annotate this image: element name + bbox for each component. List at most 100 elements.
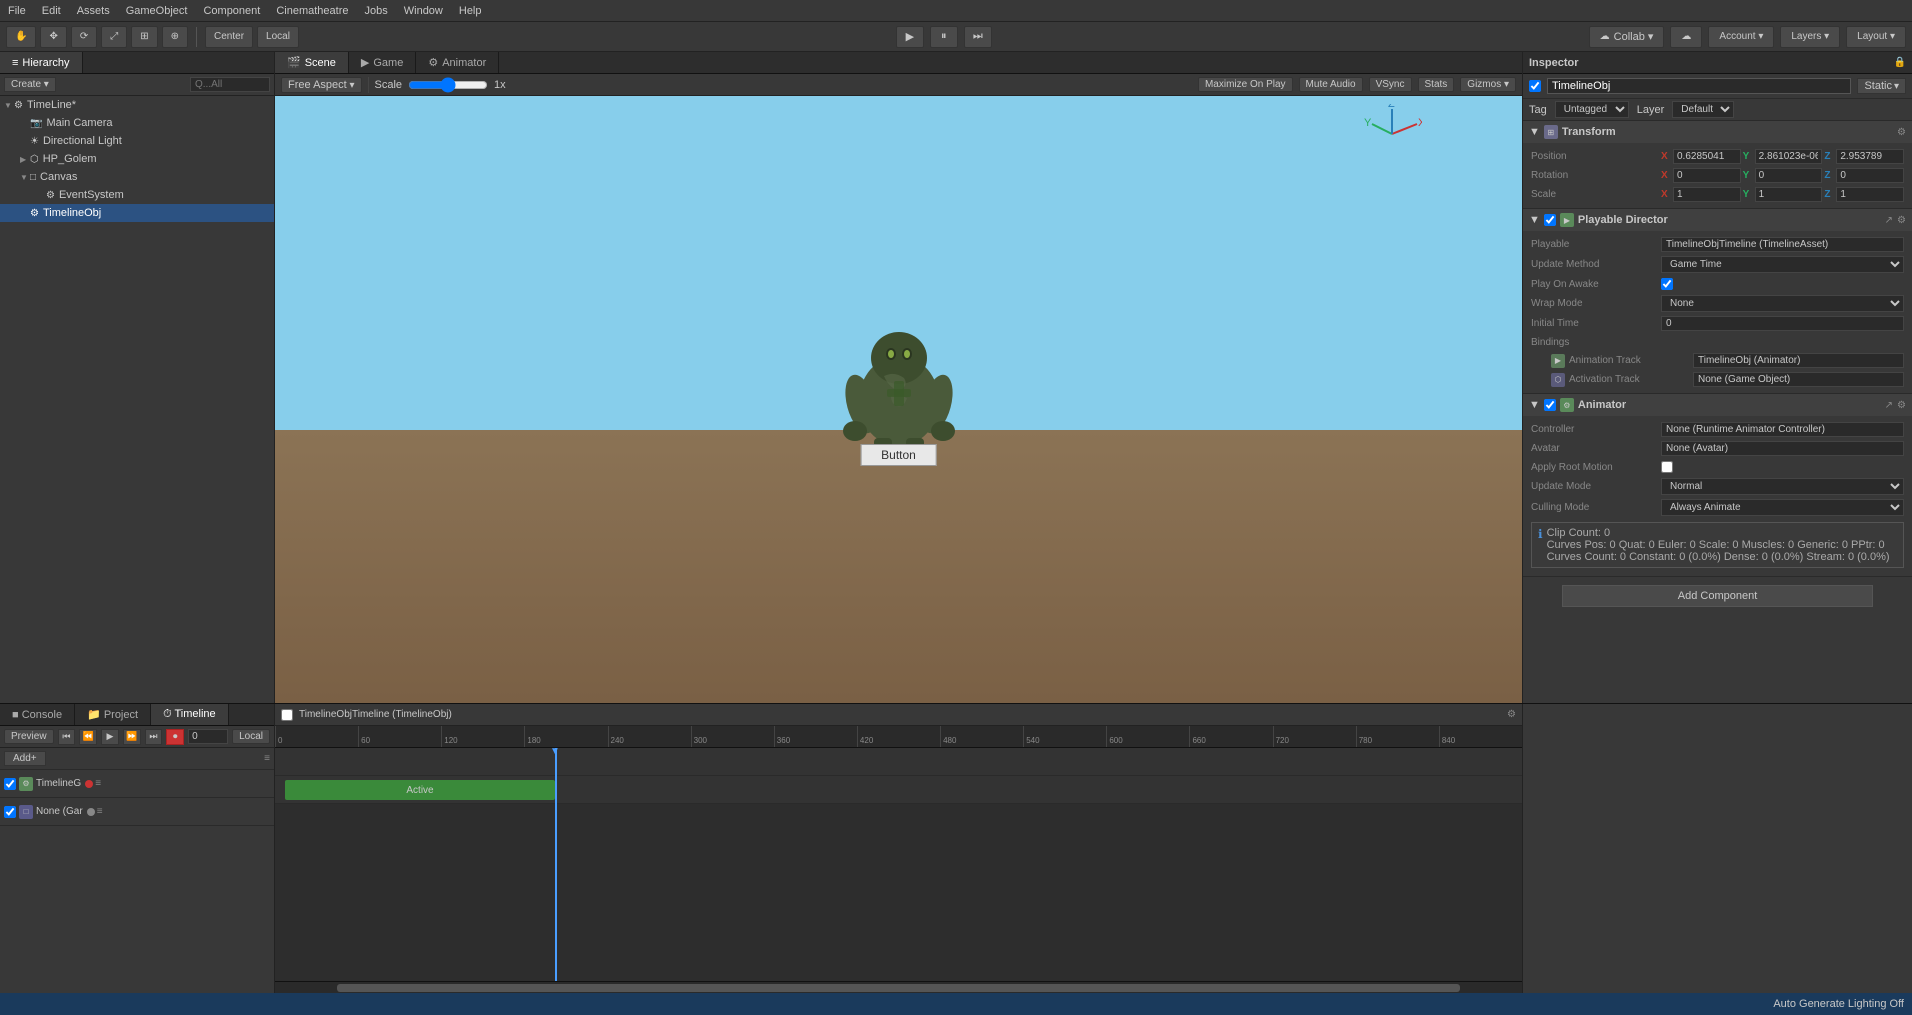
pos-z-input[interactable] — [1836, 149, 1904, 164]
add-track-button[interactable]: Add+ — [4, 751, 46, 766]
track1-checkbox[interactable] — [4, 778, 16, 790]
pos-y-input[interactable] — [1755, 149, 1823, 164]
local-global-btn[interactable]: Local — [257, 26, 299, 48]
scene-button[interactable]: Button — [860, 444, 937, 466]
layout-button[interactable]: Layout ▾ — [1846, 26, 1906, 48]
tab-hierarchy[interactable]: ≡ Hierarchy — [0, 52, 83, 73]
tab-game[interactable]: ▶ Game — [349, 52, 416, 73]
local-btn[interactable]: Local — [232, 729, 270, 744]
add-component-button[interactable]: Add Component — [1562, 585, 1873, 607]
track1-record-dot[interactable] — [85, 780, 93, 788]
inspector-lock-icon[interactable]: 🔒 — [1894, 57, 1906, 68]
tl-prev-btn[interactable]: ⏪ — [79, 729, 97, 745]
rot-x-input[interactable] — [1673, 168, 1741, 183]
menu-assets[interactable]: Assets — [69, 3, 118, 19]
transform-hand-tool[interactable]: ✋ — [6, 26, 36, 48]
menu-jobs[interactable]: Jobs — [357, 3, 396, 19]
playable-input[interactable] — [1661, 237, 1904, 252]
menu-cinematheatre[interactable]: Cinematheatre — [268, 3, 356, 19]
rot-y-input[interactable] — [1755, 168, 1823, 183]
hier-item-event-system[interactable]: ⚙ EventSystem — [0, 186, 274, 204]
account-button[interactable]: Account ▾ — [1708, 26, 1774, 48]
pause-button[interactable]: ⏸ — [930, 26, 958, 48]
layer-dropdown[interactable]: Default — [1672, 101, 1734, 118]
avatar-input[interactable] — [1661, 441, 1904, 456]
timeline-cog-icon[interactable]: ⚙ — [1507, 709, 1516, 720]
controller-input[interactable] — [1661, 422, 1904, 437]
menu-window[interactable]: Window — [396, 3, 451, 19]
tab-project[interactable]: 📁 Project — [75, 704, 151, 725]
play-on-awake-checkbox[interactable] — [1661, 278, 1673, 290]
apply-root-motion-checkbox[interactable] — [1661, 461, 1673, 473]
timeline-scrollbar[interactable] — [275, 981, 1522, 993]
active-clip[interactable]: Active — [285, 780, 555, 800]
tab-timeline[interactable]: ⏱ Timeline — [151, 704, 229, 725]
act-track-input[interactable] — [1693, 372, 1904, 387]
track-collapse-icon[interactable]: ≡ — [264, 753, 270, 764]
playable-director-header[interactable]: ▼ ▶ Playable Director ↗ ⚙ — [1523, 209, 1912, 231]
aspect-dropdown[interactable]: Free Aspect ▾ — [281, 77, 362, 93]
obj-name-input[interactable] — [1547, 78, 1851, 94]
preview-btn[interactable]: Preview — [4, 729, 54, 744]
menu-gameobject[interactable]: GameObject — [118, 3, 196, 19]
scrollbar-thumb[interactable] — [337, 984, 1459, 992]
tab-scene[interactable]: 🎬 Scene — [275, 52, 349, 73]
step-button[interactable]: ⏭ — [964, 26, 992, 48]
tl-next-btn[interactable]: ⏩ — [123, 729, 141, 745]
pd-expand-icon[interactable]: ↗ — [1885, 215, 1893, 226]
scale-y-input[interactable] — [1755, 187, 1823, 202]
timeline-file-checkbox[interactable] — [281, 709, 293, 721]
transform-rect-tool[interactable]: ⊞ — [131, 26, 157, 48]
hier-item-hp-golem[interactable]: ▶ ⬡ HP_Golem — [0, 150, 274, 168]
maximize-on-play-btn[interactable]: Maximize On Play — [1198, 77, 1293, 92]
scale-x-input[interactable] — [1673, 187, 1741, 202]
track2-dot[interactable] — [87, 808, 95, 816]
transform-rotate-tool[interactable]: ⟳ — [71, 26, 97, 48]
track2-checkbox[interactable] — [4, 806, 16, 818]
hier-item-timeline[interactable]: ▼ ⚙ TimeLine* — [0, 96, 274, 114]
track1-menu-icon[interactable]: ≡ — [95, 778, 101, 789]
transform-scale-tool[interactable]: ⤢ — [101, 26, 127, 48]
rot-z-input[interactable] — [1836, 168, 1904, 183]
tab-console[interactable]: ■ Console — [0, 704, 75, 725]
pos-x-input[interactable] — [1673, 149, 1741, 164]
culling-mode-dropdown[interactable]: Always Animate — [1661, 499, 1904, 516]
tl-record-btn[interactable]: ⏺ — [166, 729, 184, 745]
update-method-dropdown[interactable]: Game Time — [1661, 256, 1904, 273]
wrap-mode-dropdown[interactable]: None — [1661, 295, 1904, 312]
cloud-button[interactable]: ☁ — [1670, 26, 1702, 48]
hierarchy-search[interactable] — [190, 77, 270, 92]
anim-update-mode-dropdown[interactable]: Normal — [1661, 478, 1904, 495]
pd-settings-icon[interactable]: ⚙ — [1897, 215, 1906, 226]
tl-time-input[interactable] — [188, 729, 228, 744]
tl-end-btn[interactable]: ⏭ — [145, 729, 163, 745]
pd-enabled-checkbox[interactable] — [1544, 214, 1556, 226]
anim-settings-icon[interactable]: ⚙ — [1897, 400, 1906, 411]
menu-component[interactable]: Component — [195, 3, 268, 19]
collab-button[interactable]: ☁ Collab ▾ — [1589, 26, 1665, 48]
menu-help[interactable]: Help — [451, 3, 490, 19]
vsync-btn[interactable]: VSync — [1369, 77, 1412, 92]
tag-dropdown[interactable]: Untagged — [1555, 101, 1629, 118]
create-button[interactable]: Create ▾ — [4, 77, 56, 92]
transform-header[interactable]: ▼ ⊞ Transform ⚙ — [1523, 121, 1912, 143]
scale-z-input[interactable] — [1836, 187, 1904, 202]
mute-audio-btn[interactable]: Mute Audio — [1299, 77, 1363, 92]
gizmos-btn[interactable]: Gizmos ▾ — [1460, 77, 1516, 92]
tl-play-btn[interactable]: ▶ — [101, 729, 119, 745]
tab-animator[interactable]: ⚙ Animator — [416, 52, 499, 73]
initial-time-input[interactable] — [1661, 316, 1904, 331]
obj-active-checkbox[interactable] — [1529, 80, 1541, 92]
anim-enabled-checkbox[interactable] — [1544, 399, 1556, 411]
hier-item-main-camera[interactable]: 📷 Main Camera — [0, 114, 274, 132]
hier-item-canvas[interactable]: ▼ □ Canvas — [0, 168, 274, 186]
play-button[interactable]: ▶ — [896, 26, 924, 48]
tl-start-btn[interactable]: ⏮ — [58, 729, 76, 745]
transform-multi-tool[interactable]: ⊕ — [162, 26, 188, 48]
hier-item-directional-light[interactable]: ☀ Directional Light — [0, 132, 274, 150]
center-pivot-btn[interactable]: Center — [205, 26, 253, 48]
scale-slider[interactable] — [408, 79, 488, 91]
menu-edit[interactable]: Edit — [34, 3, 69, 19]
stats-btn[interactable]: Stats — [1418, 77, 1455, 92]
transform-move-tool[interactable]: ✥ — [40, 26, 66, 48]
